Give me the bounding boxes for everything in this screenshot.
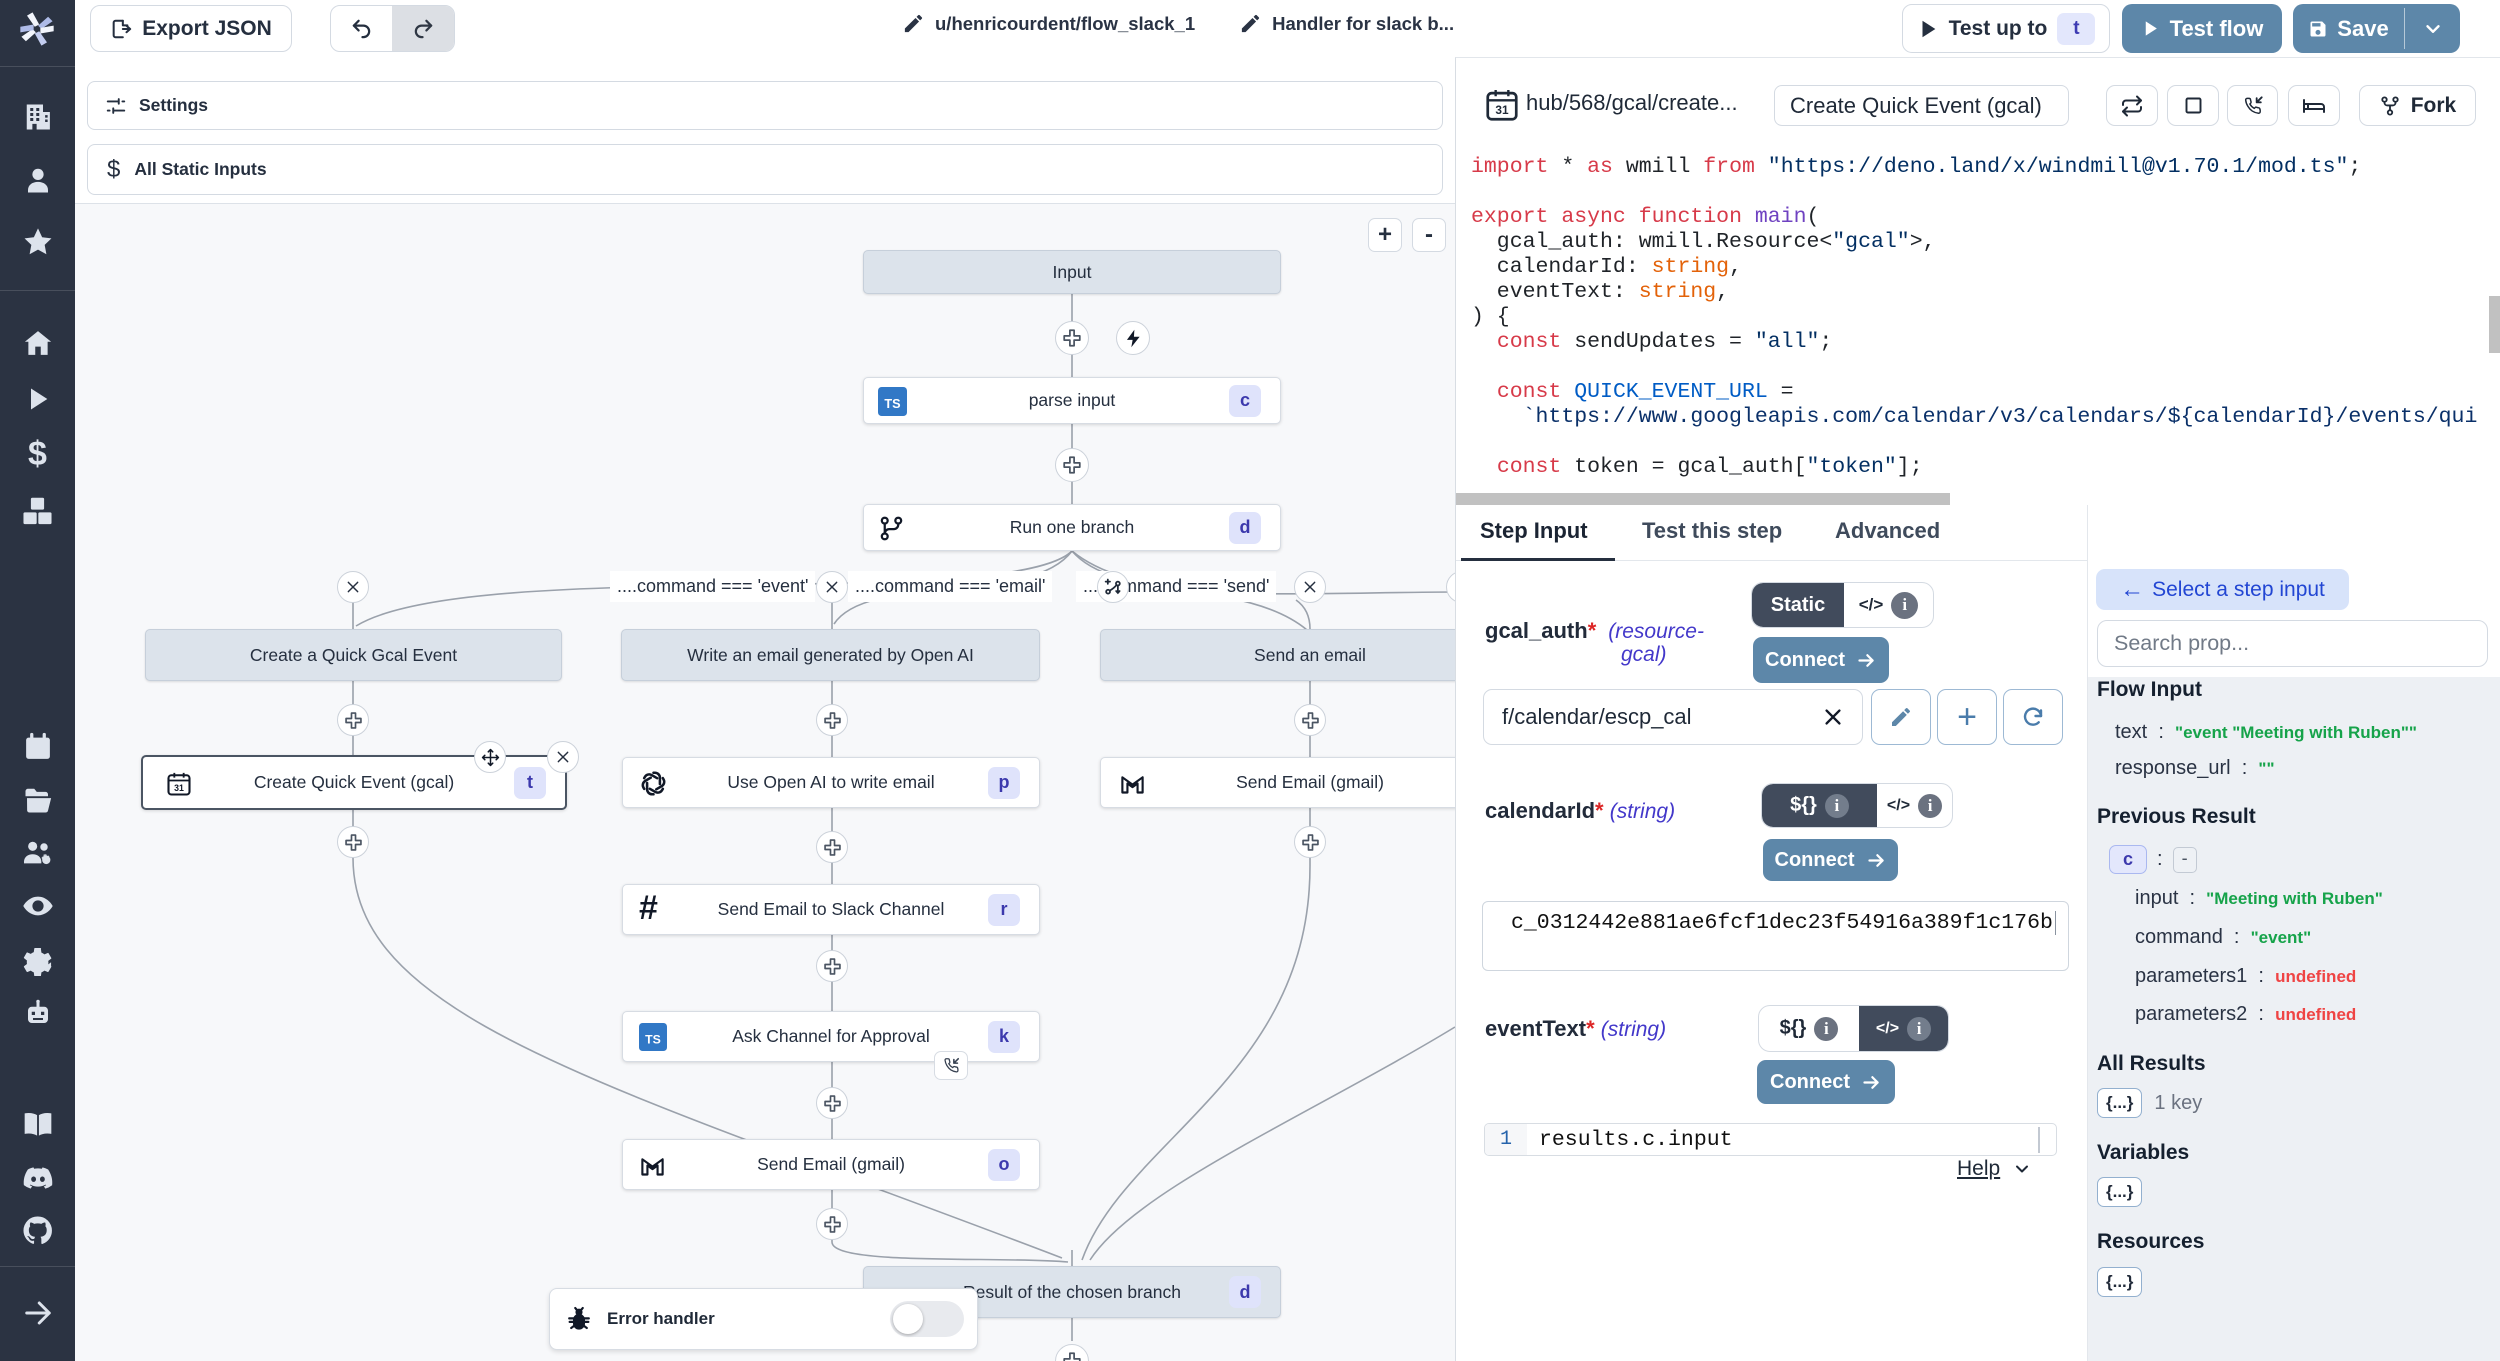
svg-text:31: 31 bbox=[1495, 103, 1509, 117]
svg-text:31: 31 bbox=[174, 783, 184, 793]
svg-text:TS: TS bbox=[645, 1032, 661, 1046]
svg-text:TS: TS bbox=[884, 397, 900, 411]
